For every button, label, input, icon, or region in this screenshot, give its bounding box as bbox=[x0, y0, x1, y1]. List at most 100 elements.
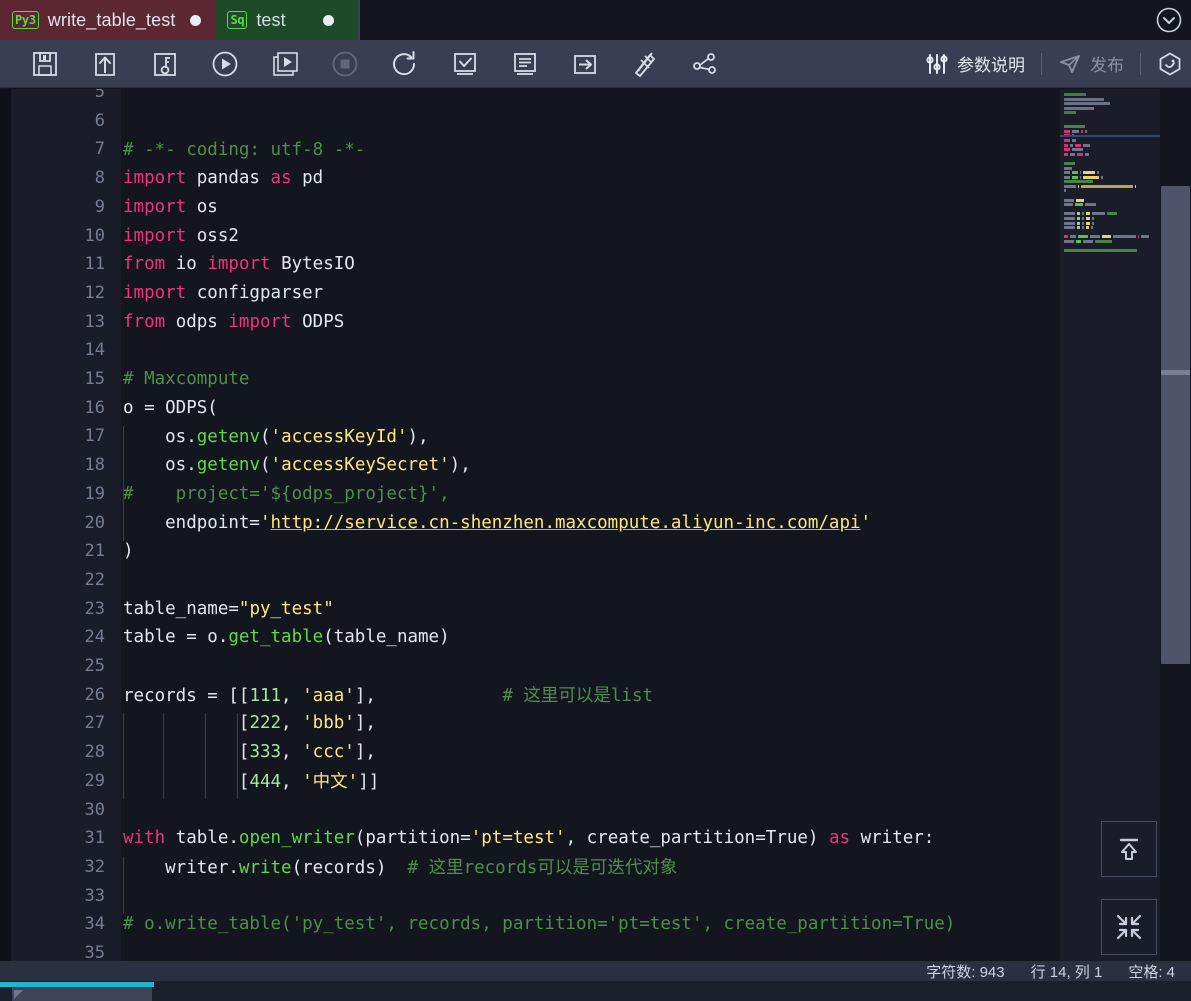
indent-guide bbox=[237, 713, 238, 800]
lineage-button[interactable] bbox=[678, 42, 732, 86]
scrollbar-thumb[interactable] bbox=[1161, 186, 1190, 664]
check-button[interactable] bbox=[438, 42, 492, 86]
run-step-button[interactable] bbox=[258, 42, 312, 86]
code-line[interactable] bbox=[121, 336, 1060, 365]
code-token: o = ODPS( bbox=[123, 397, 218, 418]
code-line[interactable]: [444, '中文']] bbox=[121, 767, 1060, 796]
code-token: (records) bbox=[291, 858, 408, 879]
scrollbar-marker bbox=[1161, 370, 1190, 375]
code-line[interactable]: import oss2 bbox=[121, 221, 1060, 250]
code-line[interactable]: import configparser bbox=[121, 279, 1060, 308]
tab-bar-spacer bbox=[360, 0, 1191, 40]
debug-button[interactable] bbox=[138, 42, 192, 86]
code-token: from bbox=[123, 311, 166, 332]
save-button[interactable] bbox=[18, 42, 72, 86]
line-number: 13 bbox=[84, 311, 105, 332]
stop-circle-icon bbox=[332, 51, 358, 76]
code-token: ]] bbox=[358, 772, 380, 793]
line-number: 8 bbox=[94, 168, 105, 189]
minimap-line bbox=[1064, 102, 1156, 106]
code-line[interactable]: from io import BytesIO bbox=[121, 250, 1060, 279]
publish-button[interactable]: 发布 bbox=[1046, 42, 1136, 86]
code-content[interactable]: # -*- coding: utf-8 -*- import pandas as … bbox=[121, 89, 1060, 961]
horizontal-scrollbar[interactable] bbox=[12, 987, 152, 1001]
code-token: ' bbox=[860, 512, 872, 533]
code-line[interactable] bbox=[121, 939, 1060, 961]
code-token: write bbox=[238, 858, 292, 879]
minimap-line bbox=[1064, 254, 1156, 257]
char-count-status: 字符数: 943 bbox=[926, 963, 1005, 981]
code-token: 444 bbox=[249, 772, 282, 793]
code-token: ( bbox=[259, 455, 271, 476]
code-line[interactable] bbox=[121, 881, 1060, 910]
line-number: 25 bbox=[84, 656, 105, 676]
toolbar-divider bbox=[1140, 52, 1141, 75]
code-token: , create_partition=True) bbox=[565, 828, 829, 849]
code-line[interactable]: # project='${odps_project}', bbox=[121, 480, 1060, 509]
minimap-cursor-line bbox=[1060, 135, 1160, 137]
line-number: 12 bbox=[84, 282, 105, 303]
code-token: as bbox=[270, 168, 292, 189]
resize-corner-icon[interactable] bbox=[14, 990, 23, 999]
code-token: ], bbox=[354, 686, 503, 707]
code-line[interactable]: os.getenv('accessKeySecret'), bbox=[121, 451, 1060, 480]
minimap-line bbox=[1064, 235, 1156, 239]
code-line[interactable]: [333, 'ccc'], bbox=[121, 738, 1060, 767]
code-token: ODPS bbox=[291, 311, 345, 332]
upload-button[interactable] bbox=[78, 42, 132, 86]
indent-guide bbox=[123, 713, 124, 800]
code-token: # 这里records可以是可迭代对象 bbox=[407, 858, 678, 879]
minimap-line bbox=[1064, 231, 1156, 234]
more-options-button[interactable] bbox=[1145, 42, 1185, 86]
code-line[interactable]: import pandas as pd bbox=[121, 164, 1060, 193]
beautify-button[interactable] bbox=[618, 42, 672, 86]
tab-write-table-test[interactable]: Py3 write_table_test bbox=[0, 0, 216, 40]
code-line[interactable]: ) bbox=[121, 537, 1060, 566]
params-description-button[interactable]: 参数说明 bbox=[913, 42, 1037, 86]
code-line[interactable]: table_name="py_test" bbox=[121, 594, 1060, 623]
play-circle-icon bbox=[212, 51, 238, 76]
code-line[interactable]: table = o.get_table(table_name) bbox=[121, 623, 1060, 652]
code-line[interactable]: # o.write_table('py_test', records, part… bbox=[121, 910, 1060, 939]
run-to-cursor-button[interactable] bbox=[558, 42, 612, 86]
code-line[interactable] bbox=[121, 795, 1060, 824]
unsaved-dot-icon[interactable] bbox=[322, 14, 334, 26]
code-line[interactable]: with table.open_writer(partition='pt=tes… bbox=[121, 824, 1060, 853]
code-line[interactable]: import os bbox=[121, 193, 1060, 222]
code-line[interactable] bbox=[121, 89, 1060, 107]
code-line[interactable]: records = [[111, 'aaa'], # 这里可以是list bbox=[121, 680, 1060, 709]
code-token: get_table bbox=[228, 627, 324, 648]
code-line[interactable]: [222, 'bbb'], bbox=[121, 709, 1060, 738]
vertical-scrollbar[interactable] bbox=[1160, 89, 1191, 961]
code-token: [ bbox=[123, 713, 250, 734]
minimap-line bbox=[1064, 106, 1156, 110]
cursor-position-status: 行 14, 列 1 bbox=[1030, 963, 1103, 981]
code-token: from bbox=[123, 254, 166, 275]
code-line[interactable]: o = ODPS( bbox=[121, 394, 1060, 423]
code-line[interactable]: # -*- coding: utf-8 -*- bbox=[121, 135, 1060, 164]
chevron-down-circle-icon[interactable] bbox=[1155, 6, 1183, 34]
toolbar: 参数说明 发布 bbox=[0, 40, 1191, 88]
code-line[interactable]: from odps import ODPS bbox=[121, 308, 1060, 337]
collapse-all-button[interactable] bbox=[1101, 899, 1157, 955]
code-token: , bbox=[281, 686, 303, 707]
params-description-label: 参数说明 bbox=[957, 56, 1025, 75]
tab-test[interactable]: Sq test bbox=[215, 0, 359, 40]
unsaved-dot-icon[interactable] bbox=[190, 14, 202, 26]
code-line[interactable]: writer.write(records) # 这里records可以是可迭代对… bbox=[121, 853, 1060, 882]
code-token: 333 bbox=[249, 742, 282, 763]
refresh-button[interactable] bbox=[378, 42, 432, 86]
line-number: 34 bbox=[84, 914, 105, 935]
code-line[interactable] bbox=[121, 107, 1060, 136]
run-button[interactable] bbox=[198, 42, 252, 86]
code-line[interactable] bbox=[121, 652, 1060, 681]
format-button[interactable] bbox=[498, 42, 552, 86]
code-line[interactable]: # Maxcompute bbox=[121, 365, 1060, 394]
code-line[interactable]: endpoint='http://service.cn-shenzhen.max… bbox=[121, 508, 1060, 537]
code-token: # o.write_table('py_test', records, part… bbox=[123, 914, 956, 935]
scroll-to-top-button[interactable] bbox=[1101, 821, 1157, 877]
code-editor[interactable]: 5 6 7 8 9 10 11 12 13 14 15 16 17 18 19 20 21 22 23 24 25 26 2… bbox=[0, 89, 1191, 961]
code-line[interactable]: os.getenv('accessKeyId'), bbox=[121, 422, 1060, 451]
code-line[interactable] bbox=[121, 566, 1060, 595]
code-token: getenv bbox=[196, 426, 260, 447]
